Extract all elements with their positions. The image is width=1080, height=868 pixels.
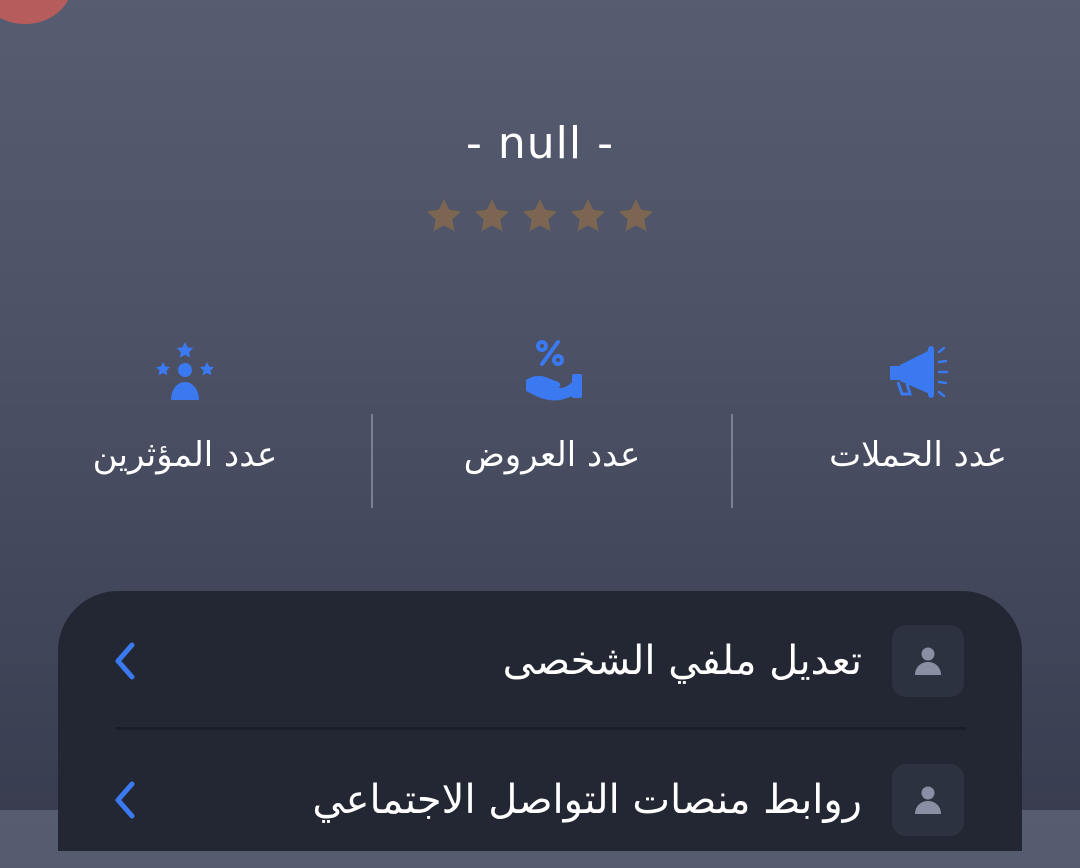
- user-icon: [892, 625, 964, 697]
- profile-name: - null -: [466, 118, 614, 169]
- offer-hand-percent-icon: [520, 340, 584, 404]
- chevron-left-icon[interactable]: [110, 639, 140, 683]
- megaphone-icon: [886, 340, 950, 404]
- menu-item-label: روابط منصات التواصل الاجتماعي: [312, 777, 862, 823]
- stat-divider: [731, 414, 733, 508]
- star-icon: [424, 196, 464, 236]
- stat-influencers-label: عدد المؤثرين: [92, 435, 278, 475]
- stat-campaigns[interactable]: عدد الحملات: [768, 330, 1068, 520]
- stat-offers-label: عدد العروض: [463, 435, 641, 475]
- menu-item-edit-profile[interactable]: تعديل ملفي الشخصى: [58, 591, 1022, 730]
- stats-row: عدد الحملات عدد العروض عدد المؤثرين: [0, 330, 1080, 520]
- stat-campaigns-label: عدد الحملات: [829, 435, 1007, 475]
- avatar[interactable]: [0, 0, 72, 24]
- menu-item-label: تعديل ملفي الشخصى: [502, 638, 862, 684]
- influencer-stars-icon: [153, 340, 217, 404]
- rating-stars: [0, 196, 1080, 236]
- menu-item-social-links[interactable]: روابط منصات التواصل الاجتماعي: [58, 730, 1022, 868]
- stat-influencers[interactable]: عدد المؤثرين: [35, 330, 335, 520]
- user-icon: [892, 764, 964, 836]
- star-icon: [616, 196, 656, 236]
- star-icon: [472, 196, 512, 236]
- star-icon: [568, 196, 608, 236]
- settings-menu: تعديل ملفي الشخصى روابط منصات التواصل ال…: [58, 591, 1022, 851]
- chevron-left-icon[interactable]: [110, 778, 140, 822]
- star-icon: [520, 196, 560, 236]
- stat-divider: [371, 414, 373, 508]
- stat-offers[interactable]: عدد العروض: [402, 330, 702, 520]
